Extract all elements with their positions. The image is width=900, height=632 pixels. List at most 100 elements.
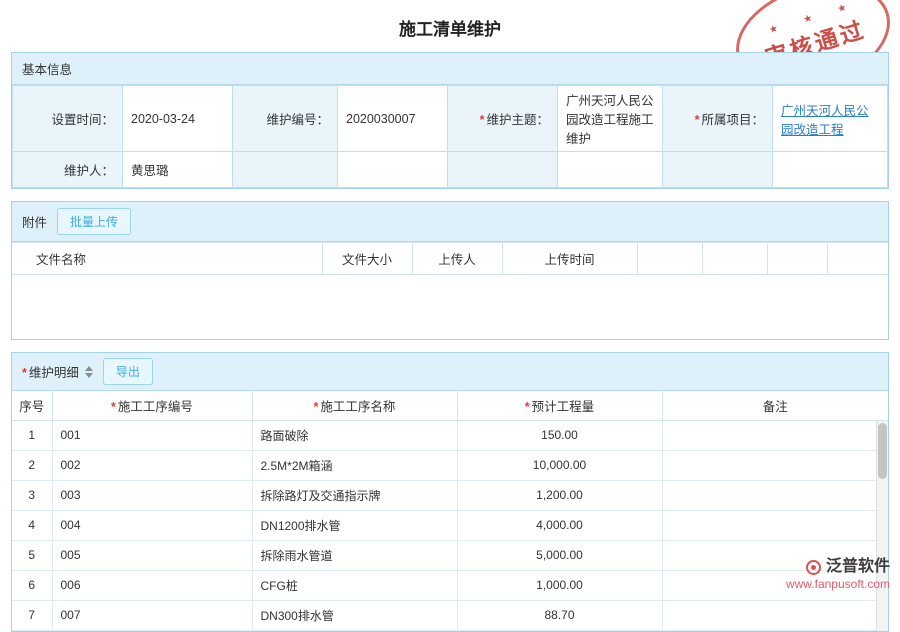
attachment-section-header: 附件 批量上传 [12,202,888,242]
table-row[interactable]: 1001路面破除150.00 [12,420,888,450]
cell-remark [662,510,888,540]
cell-no: 6 [12,570,52,600]
sort-icon[interactable] [85,366,93,378]
maintain-no-label: 维护编号： [233,86,338,152]
cell-name: CFG桩 [252,570,457,600]
column-header-remark: 备注 [662,391,888,420]
empty-value-cell [773,152,888,188]
table-row[interactable]: 7007DN300排水管88.70 [12,600,888,630]
set-time-label: 设置时间： [13,86,123,152]
fanpu-logo-icon [806,560,821,575]
column-header-label: 预计工程量 [532,400,595,414]
required-mark: * [22,366,27,380]
attachment-column-header: 上传人 [412,243,502,275]
set-time-value: 2020-03-24 [123,86,233,152]
project-label-text: 所属项目： [701,113,764,127]
cell-qty: 10,000.00 [457,450,662,480]
project-link[interactable]: 广州天河人民公园改造工程 [781,104,869,137]
cell-qty: 1,000.00 [457,570,662,600]
cell-qty: 5,000.00 [457,540,662,570]
page-title: 施工清单维护 [0,0,900,52]
empty-value-cell [338,152,448,188]
cell-name: DN300排水管 [252,600,457,630]
basic-info-section: 基本信息 设置时间： 2020-03-24 维护编号： 2020030007 *… [11,52,889,189]
empty-label-cell [663,152,773,188]
cell-code: 002 [52,450,252,480]
column-header-name: *施工工序名称 [252,391,457,420]
details-table: 序号 *施工工序编号 *施工工序名称 *预计工程量 备注 1001路面破除150… [12,391,888,631]
basic-info-title: 基本信息 [22,59,72,78]
cell-qty: 1,200.00 [457,480,662,510]
attachment-column-header-empty [702,243,767,275]
cell-code: 001 [52,420,252,450]
cell-no: 3 [12,480,52,510]
cell-no: 2 [12,450,52,480]
attachment-column-header: 文件名称 [12,243,322,275]
table-row[interactable]: 20022.5M*2M箱涵10,000.00 [12,450,888,480]
project-label: *所属项目： [663,86,773,152]
cell-code: 006 [52,570,252,600]
brand-name: 泛普软件 [826,557,890,577]
empty-label-cell [448,152,558,188]
attachment-column-header-empty [767,243,827,275]
attachment-empty-body [12,275,888,339]
cell-no: 4 [12,510,52,540]
subject-value: 广州天河人民公园改造工程施工维护 [558,86,663,152]
table-row[interactable]: 4004DN1200排水管4,000.00 [12,510,888,540]
cell-name: DN1200排水管 [252,510,457,540]
column-header-label: 施工工序名称 [320,400,395,414]
cell-qty: 150.00 [457,420,662,450]
cell-no: 1 [12,420,52,450]
scrollbar-thumb[interactable] [878,423,887,479]
batch-upload-button[interactable]: 批量上传 [57,208,131,235]
export-button[interactable]: 导出 [103,358,153,385]
details-title-text: 维护明细 [29,366,79,380]
cell-remark [662,420,888,450]
details-section: *维护明细 导出 序号 *施工工序编号 *施工工序名称 *预计工程量 备注 [11,352,889,632]
subject-label: *维护主题： [448,86,558,152]
maintainer-label: 维护人： [13,152,123,188]
brand-url: www.fanpusoft.com [786,577,890,592]
column-header-code: *施工工序编号 [52,391,252,420]
required-mark: * [695,113,700,127]
table-row[interactable]: 6006CFG桩1,000.00 [12,570,888,600]
maintain-no-value: 2020030007 [338,86,448,152]
cell-remark [662,450,888,480]
cell-code: 003 [52,480,252,510]
details-section-header: *维护明细 导出 [12,353,888,391]
required-mark: * [111,400,116,414]
cell-code: 005 [52,540,252,570]
details-table-body: 1001路面破除150.0020022.5M*2M箱涵10,000.003003… [12,420,888,630]
cell-name: 2.5M*2M箱涵 [252,450,457,480]
required-mark: * [525,400,530,414]
attachment-column-header-empty [637,243,702,275]
column-header-qty: *预计工程量 [457,391,662,420]
subject-label-text: 维护主题： [486,113,549,127]
cell-code: 007 [52,600,252,630]
cell-code: 004 [52,510,252,540]
basic-info-table: 设置时间： 2020-03-24 维护编号： 2020030007 *维护主题：… [12,85,888,188]
empty-value-cell [558,152,663,188]
attachment-column-header: 上传时间 [502,243,637,275]
table-row[interactable]: 5005拆除雨水管道5,000.00 [12,540,888,570]
attachment-column-header-empty [827,243,888,275]
cell-name: 拆除路灯及交通指示牌 [252,480,457,510]
cell-name: 拆除雨水管道 [252,540,457,570]
cell-remark [662,480,888,510]
attachment-table: 文件名称 文件大小 上传人 上传时间 [12,242,888,275]
cell-no: 7 [12,600,52,630]
cell-no: 5 [12,540,52,570]
cell-qty: 4,000.00 [457,510,662,540]
cell-qty: 88.70 [457,600,662,630]
attachment-column-header: 文件大小 [322,243,412,275]
required-mark: * [314,400,319,414]
cell-name: 路面破除 [252,420,457,450]
empty-label-cell [233,152,338,188]
required-mark: * [480,113,485,127]
attachment-title: 附件 [22,212,47,231]
details-title: *维护明细 [22,362,79,381]
column-header-no: 序号 [12,391,52,420]
column-header-label: 施工工序编号 [118,400,193,414]
cell-remark [662,600,888,630]
table-row[interactable]: 3003拆除路灯及交通指示牌1,200.00 [12,480,888,510]
